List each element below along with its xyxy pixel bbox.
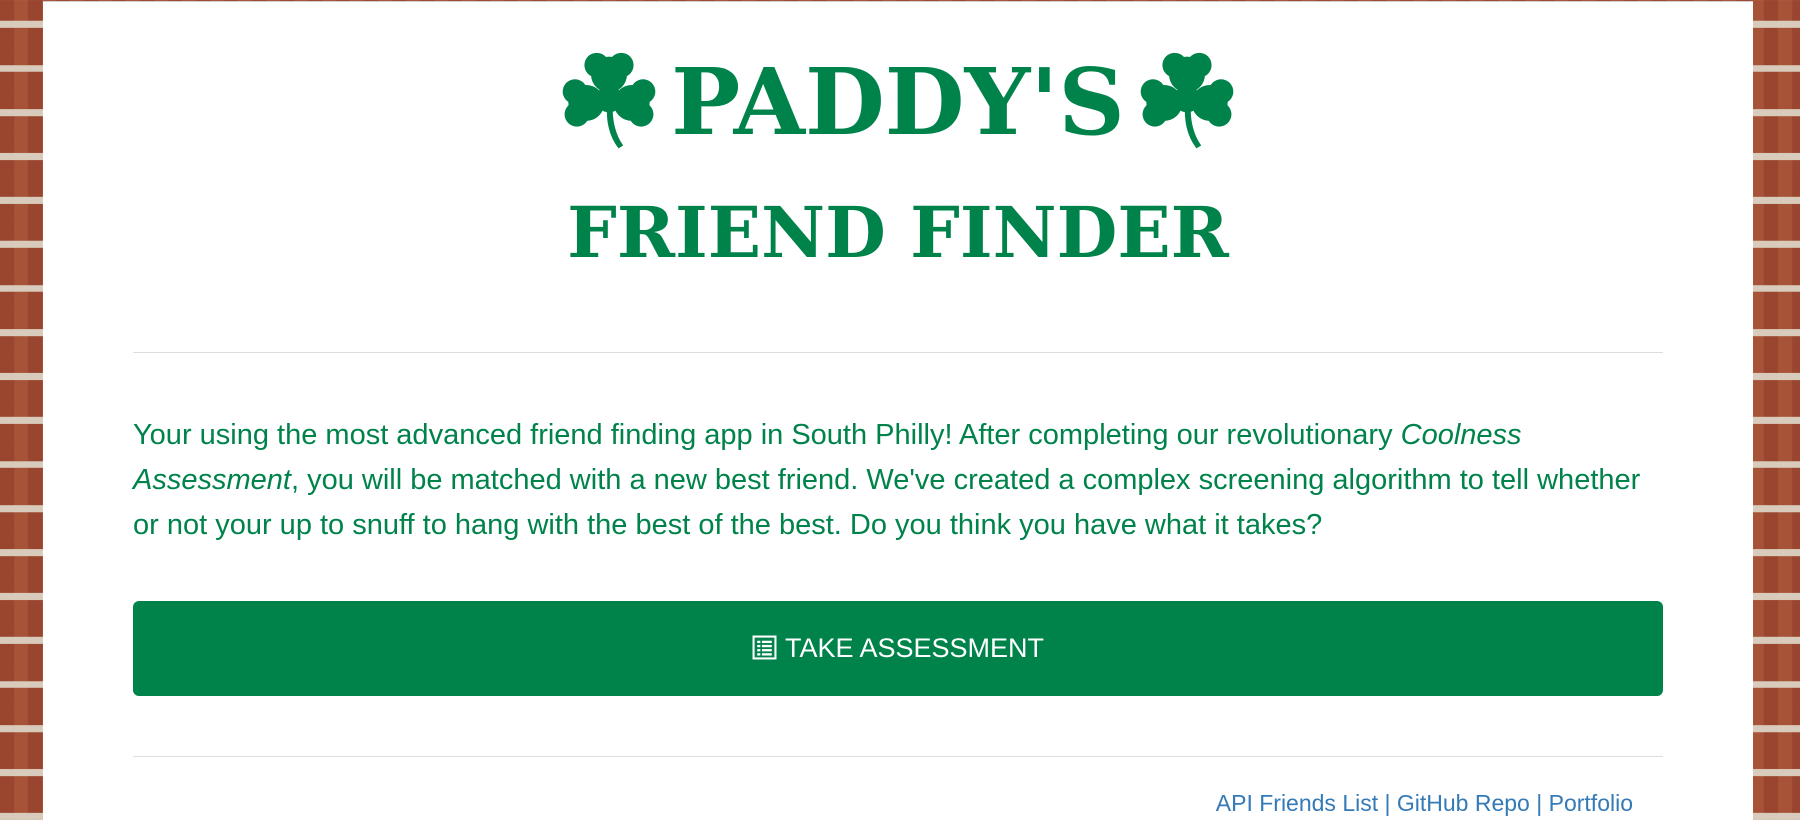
link-separator: | <box>1384 790 1391 816</box>
intro-text-after: , you will be matched with a new best fr… <box>133 464 1641 541</box>
main-panel: PADDY'S FRIEND FINDER Your using the mos… <box>43 1 1753 820</box>
shamrock-icon <box>1140 53 1234 149</box>
github-repo-link[interactable]: GitHub Repo <box>1397 790 1530 816</box>
page-title: PADDY'S <box>43 47 1753 162</box>
take-assessment-label: TAKE ASSESSMENT <box>784 633 1045 663</box>
footer-links: API Friends List | GitHub Repo | Portfol… <box>1216 788 1633 818</box>
list-alt-icon <box>752 635 777 660</box>
api-friends-list-link[interactable]: API Friends List <box>1216 790 1378 816</box>
link-separator: | <box>1536 790 1543 816</box>
divider <box>133 352 1663 353</box>
title-main-text: PADDY'S <box>671 48 1125 156</box>
intro-paragraph: Your using the most advanced friend find… <box>133 413 1673 548</box>
shamrock-icon <box>562 53 656 149</box>
divider <box>133 756 1663 757</box>
intro-text-before: Your using the most advanced friend find… <box>133 419 1401 451</box>
portfolio-link[interactable]: Portfolio <box>1549 790 1633 816</box>
page-subtitle: FRIEND FINDER <box>567 191 1229 274</box>
take-assessment-button[interactable]: TAKE ASSESSMENT <box>133 601 1663 696</box>
